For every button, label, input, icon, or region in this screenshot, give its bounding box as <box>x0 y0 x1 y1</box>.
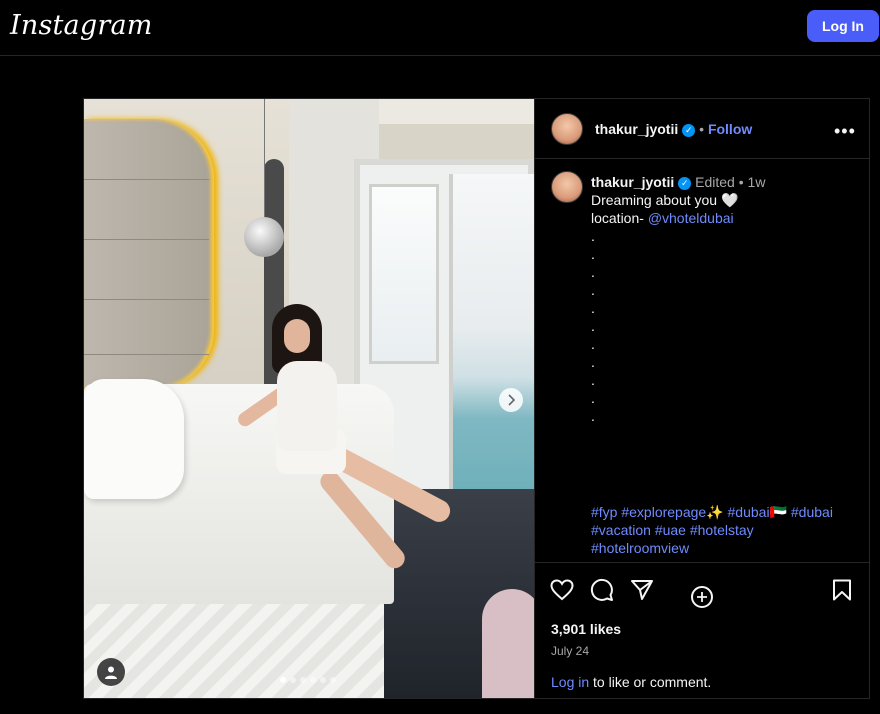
photo-pillow <box>84 379 184 499</box>
caption-username[interactable]: thakur_jyotii <box>591 174 674 190</box>
instagram-logo[interactable]: Instagram <box>10 10 153 41</box>
headboard-line <box>84 179 209 180</box>
carousel-dot <box>300 677 306 683</box>
caption-hashtags: #fyp #explorepage✨ #dubai🇦🇪 #dubai #vaca… <box>591 503 861 557</box>
share-send-icon[interactable] <box>629 577 655 603</box>
photo-headboard <box>84 119 214 389</box>
photo-person-face <box>284 319 310 353</box>
caption-dot: . <box>591 372 595 388</box>
chevron-right-icon <box>508 394 516 406</box>
post-container: thakur_jyotii ✓ • Follow ••• thakur_jyoti… <box>83 98 870 699</box>
photo-pendant-lamp <box>244 217 284 257</box>
edited-label: Edited <box>695 174 735 190</box>
author-info: thakur_jyotii ✓ • Follow <box>595 121 752 137</box>
post-date[interactable]: July 24 <box>551 644 589 658</box>
follow-button[interactable]: Follow <box>708 121 752 137</box>
caption-meta: thakur_jyotii ✓ Edited • 1w <box>591 173 856 191</box>
caption-dot: . <box>591 264 595 280</box>
caption-dot: . <box>591 282 595 298</box>
carousel-dot <box>320 677 326 683</box>
comment-bubble-icon[interactable] <box>589 577 615 603</box>
post-media[interactable] <box>84 99 534 698</box>
headboard-line <box>84 354 209 355</box>
photo-person-torso <box>277 361 337 451</box>
hashtag-line[interactable]: #hotelroomview <box>591 539 861 557</box>
person-icon <box>105 666 117 679</box>
location-mention-link[interactable]: @vhoteldubai <box>648 210 734 226</box>
caption-dot: . <box>591 246 595 262</box>
caption-location: location- @vhoteldubai <box>591 209 856 227</box>
verified-badge-icon: ✓ <box>682 123 696 137</box>
carousel-indicator <box>280 677 336 683</box>
caption-dot: . <box>591 390 595 406</box>
caption-dot: . <box>591 408 595 424</box>
login-prompt: Log in to like or comment. <box>551 674 880 690</box>
author-username[interactable]: thakur_jyotii <box>595 121 678 137</box>
caption-line: Dreaming about you 🤍 <box>591 192 739 208</box>
carousel-dot <box>330 677 336 683</box>
author-avatar[interactable] <box>551 113 583 145</box>
photo-lamp-cord <box>264 99 265 219</box>
verified-badge-icon: ✓ <box>678 176 692 190</box>
hashtag-line[interactable]: #vacation #uae #hotelstay <box>591 521 861 539</box>
post-header: thakur_jyotii ✓ • Follow ••• <box>535 99 870 159</box>
top-navigation-bar: Instagram Log In <box>0 0 880 56</box>
like-heart-icon[interactable] <box>549 577 575 603</box>
caption-author-avatar[interactable] <box>551 171 583 203</box>
tagged-user-icon[interactable] <box>97 658 125 686</box>
caption-dot: . <box>591 318 595 334</box>
headboard-line <box>84 239 209 240</box>
post-age: 1w <box>747 174 766 190</box>
post-sidebar: thakur_jyotii ✓ • Follow ••• thakur_jyoti… <box>534 99 870 698</box>
post-actions: 3,901 likes July 24 Log in to like or co… <box>535 562 870 698</box>
headboard-line <box>84 299 209 300</box>
caption-dot: . <box>591 336 595 352</box>
photo-window-view <box>449 174 534 514</box>
carousel-dot <box>290 677 296 683</box>
separator-dot: • <box>738 174 744 190</box>
next-slide-button[interactable] <box>499 388 523 412</box>
post-caption: thakur_jyotii ✓ Edited • 1w Dreaming abou… <box>535 159 870 608</box>
more-options-icon[interactable]: ••• <box>834 121 856 142</box>
likes-count[interactable]: 3,901 likes <box>551 621 621 637</box>
caption-body: thakur_jyotii ✓ Edited • 1w Dreaming abou… <box>591 173 856 425</box>
login-link[interactable]: Log in <box>551 674 589 690</box>
separator-dot: • <box>699 121 705 137</box>
save-bookmark-icon[interactable] <box>829 577 855 603</box>
caption-dot: . <box>591 354 595 370</box>
photo-window-pane <box>369 184 439 364</box>
photo-pouf <box>482 589 534 698</box>
carousel-dot <box>310 677 316 683</box>
location-prefix: location- <box>591 210 648 226</box>
caption-dot: . <box>591 228 595 244</box>
photo-bed-base <box>84 589 384 698</box>
hashtag-line[interactable]: #fyp #explorepage✨ #dubai🇦🇪 #dubai <box>591 503 861 521</box>
carousel-dot <box>280 677 286 683</box>
login-button[interactable]: Log In <box>807 10 879 42</box>
caption-dot: . <box>591 300 595 316</box>
login-prompt-text: to like or comment. <box>589 674 712 690</box>
